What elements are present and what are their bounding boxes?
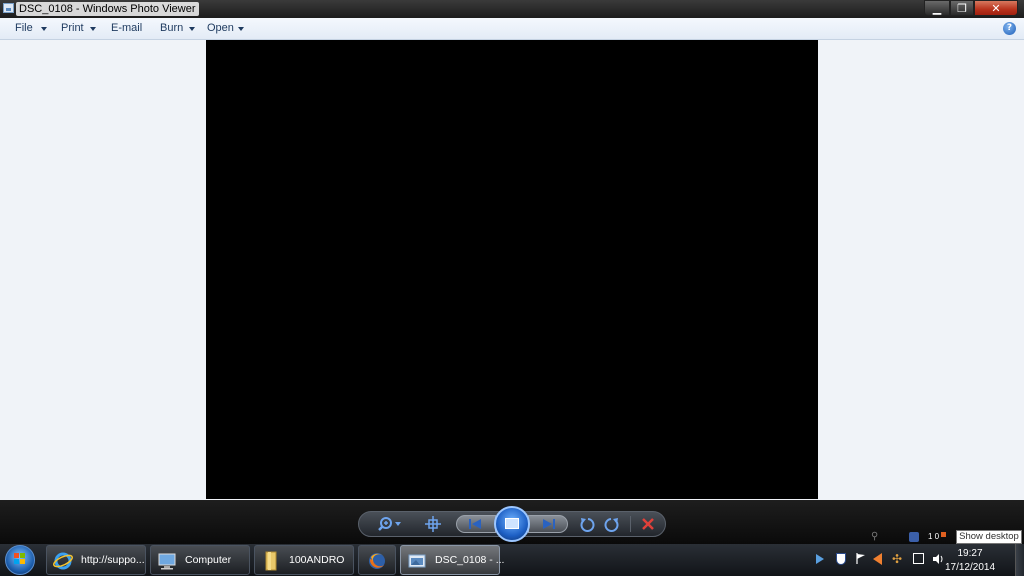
windows-flag-icon [14, 553, 26, 565]
window-controls: ▁ ❐ ✕ [924, 0, 1018, 16]
taskbar-item-label: 100ANDRO [289, 554, 345, 566]
menu-burn[interactable]: Burn [160, 22, 183, 34]
previous-button[interactable] [456, 515, 496, 533]
menu-burn-arrow-icon[interactable] [189, 27, 195, 31]
security-shield-icon[interactable] [836, 553, 846, 565]
rotate-clockwise-icon[interactable] [603, 515, 621, 533]
next-button[interactable] [528, 515, 568, 533]
taskbar-item-folder[interactable]: 100ANDRO [254, 545, 354, 575]
viewer-area [0, 40, 1024, 500]
display-icon[interactable] [913, 553, 924, 564]
zoom-icon[interactable] [377, 515, 405, 533]
tray-notify-icon[interactable] [941, 532, 946, 537]
menu-email[interactable]: E-mail [111, 22, 142, 34]
menu-file[interactable]: File [15, 22, 33, 34]
tray-pin-icon[interactable]: ⚲ [871, 531, 881, 542]
menu-open[interactable]: Open [207, 22, 234, 34]
control-divider [630, 516, 631, 532]
slideshow-button[interactable] [494, 506, 530, 542]
start-button[interactable] [5, 545, 35, 575]
actual-size-icon[interactable] [424, 515, 442, 533]
computer-icon [158, 553, 176, 570]
media-player-icon[interactable] [873, 553, 882, 565]
displayed-photo[interactable] [206, 40, 818, 499]
internet-explorer-icon [53, 552, 73, 570]
taskbar-item-internet-explorer[interactable]: http://suppo... [46, 545, 146, 575]
folder-icon [265, 551, 277, 571]
taskbar-item-label: http://suppo... [81, 554, 145, 566]
minimize-button[interactable]: ▁ [924, 0, 950, 16]
help-icon[interactable]: ? [1003, 22, 1016, 35]
delete-icon[interactable] [639, 515, 657, 533]
clock-time[interactable]: 19:27 [940, 548, 1000, 559]
taskbar: http://suppo... Computer 100ANDRO DSC_01… [0, 531, 1024, 576]
photo-viewer-app-icon[interactable] [3, 3, 14, 13]
show-hidden-icons-icon[interactable] [816, 554, 824, 564]
taskbar-item-firefox[interactable] [358, 545, 396, 575]
tray-shield-icon[interactable] [909, 532, 919, 542]
window-title: DSC_0108 - Windows Photo Viewer [16, 2, 199, 16]
title-bar[interactable]: DSC_0108 - Windows Photo Viewer ▁ ❐ ✕ [0, 0, 1024, 18]
rotate-counterclockwise-icon[interactable] [578, 515, 596, 533]
menu-bar: File Print E-mail Burn Open ? [0, 18, 1024, 40]
menu-file-arrow-icon[interactable] [41, 27, 47, 31]
network-share-icon[interactable]: ✣ [892, 552, 902, 566]
photo-viewer-icon [408, 554, 426, 568]
menu-open-arrow-icon[interactable] [238, 27, 244, 31]
action-center-flag-icon[interactable] [856, 553, 866, 564]
firefox-icon [369, 553, 385, 569]
taskbar-item-label: Computer [185, 554, 232, 566]
taskbar-item-label: DSC_0108 - ... [435, 554, 505, 566]
taskbar-item-photo-viewer[interactable]: DSC_0108 - ... [400, 545, 504, 575]
clock-date[interactable]: 17/12/2014 [940, 562, 1000, 573]
menu-print-arrow-icon[interactable] [90, 27, 96, 31]
menu-print[interactable]: Print [61, 22, 84, 34]
tray-badge: 1 0 [928, 532, 940, 541]
close-button[interactable]: ✕ [974, 0, 1018, 16]
show-desktop-button[interactable] [1015, 544, 1024, 576]
show-desktop-tooltip: Show desktop [956, 530, 1022, 544]
maximize-button[interactable]: ❐ [950, 0, 974, 16]
slideshow-icon [505, 518, 519, 529]
taskbar-item-computer[interactable]: Computer [150, 545, 250, 575]
